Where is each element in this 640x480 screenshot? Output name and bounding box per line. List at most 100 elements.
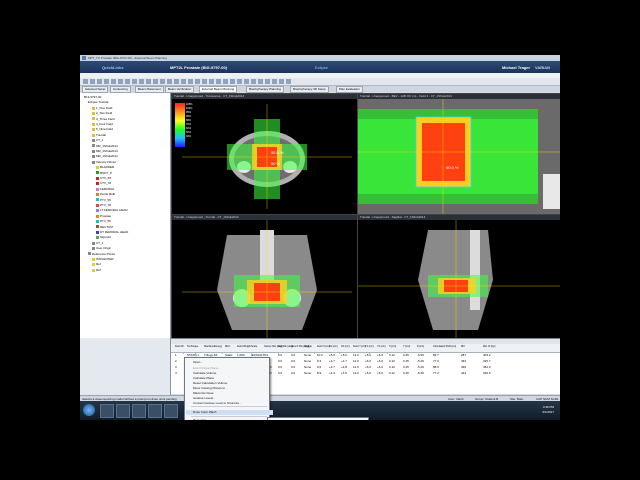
viewport-sagittal[interactable]: Tutorial - Unapproved - Sagittal - CT_1S… <box>357 214 560 340</box>
viewport-transverse[interactable]: Tutorial - Unapproved - Transverse - CT_… <box>171 93 358 215</box>
toolbar-button[interactable] <box>265 79 270 84</box>
tree-item[interactable]: CT_1 <box>92 241 103 245</box>
grid-column-header[interactable]: Field Weight <box>237 345 251 348</box>
tree-item[interactable]: MR_1Sfrok2014 <box>92 154 118 158</box>
toolbar-button[interactable] <box>132 79 137 84</box>
tree-item[interactable]: Ref <box>92 268 101 272</box>
toolbar-button[interactable] <box>223 79 228 84</box>
tab-beam-verification[interactable]: Beam Verification <box>165 86 195 93</box>
toolbar-button[interactable] <box>188 79 193 84</box>
toolbar-button[interactable] <box>202 79 207 84</box>
toolbar-button[interactable] <box>125 79 130 84</box>
toolbar-button[interactable] <box>118 79 123 84</box>
toolbar-button[interactable] <box>237 79 242 84</box>
submenu-item[interactable]: Show Dose as Color Wash <box>276 419 312 420</box>
tree-item[interactable]: B13-9797-00 <box>84 95 101 99</box>
tree-item[interactable]: BLADDER <box>96 165 114 169</box>
toolbar-button[interactable] <box>195 79 200 84</box>
user-name[interactable]: Michael Trager <box>502 65 530 70</box>
tree-item[interactable]: Ref <box>92 262 101 266</box>
grid-column-header[interactable]: X2 [cm] <box>341 345 349 348</box>
toolbar-button[interactable] <box>153 79 158 84</box>
toolbar-button[interactable] <box>90 79 95 84</box>
tree-item[interactable]: 2_Two Field <box>92 111 112 115</box>
toolbar-button[interactable] <box>104 79 109 84</box>
grid-column-header[interactable]: Field ID <box>175 345 184 348</box>
tree-item[interactable]: CT_1 <box>92 138 103 142</box>
system-clock[interactable]: 4:39 PM 9/1/2017 <box>542 405 554 415</box>
tree-item[interactable]: CTV_78 <box>96 181 111 185</box>
context-menu-item[interactable]: Open... <box>193 360 203 365</box>
tree-item[interactable]: RT FEMORAL HEAD <box>96 230 128 234</box>
grid-column-header[interactable]: MLC <box>225 345 230 348</box>
tree-item[interactable]: FEMORAL <box>96 187 115 191</box>
tree-item[interactable]: User Origin <box>92 246 111 250</box>
toolbar-button[interactable] <box>216 79 221 84</box>
tab-selected-setup[interactable]: Selected Setup <box>82 86 109 93</box>
grid-column-header[interactable]: MU <box>461 345 465 348</box>
toolbar-button[interactable] <box>272 79 277 84</box>
tree-item[interactable]: 1_One Field <box>92 106 112 110</box>
tree-item[interactable]: PTV_56 <box>96 219 111 223</box>
toolbar-button[interactable] <box>209 79 214 84</box>
tree-item[interactable]: PTV_78 <box>96 203 111 207</box>
grid-column-header[interactable]: Technique <box>187 345 198 348</box>
tree-item[interactable]: Eclipse Tutorial <box>88 100 108 104</box>
tab-beam-placement[interactable]: Beam Placement <box>135 86 164 93</box>
grid-column-header[interactable]: X [cm] <box>389 345 396 348</box>
tree-item[interactable]: 5_Nine Field <box>92 127 113 131</box>
toolbar-button[interactable] <box>174 79 179 84</box>
grid-column-header[interactable]: Wedge <box>304 345 312 348</box>
viewport-bev[interactable]: Tutorial - Unapproved - BEV - 1AB OK (m)… <box>357 93 560 215</box>
toolbar-button[interactable] <box>97 79 102 84</box>
tab-brachytherapy-planning[interactable]: Brachytherapy Planning <box>246 86 284 93</box>
taskbar-app-terminal-icon[interactable] <box>132 404 146 418</box>
context-menu-item[interactable]: Properties <box>193 418 207 420</box>
viewport-frontal[interactable]: Tutorial - Unapproved - Frontal - CT_1Sf… <box>171 214 358 340</box>
tree-item[interactable]: MR_1Sfrok2014 <box>92 149 118 153</box>
taskbar-app-explorer-icon[interactable] <box>100 404 114 418</box>
tree-item[interactable]: Sigmoid <box>96 235 111 239</box>
grid-column-header[interactable]: X1 [cm] <box>329 345 337 348</box>
toolbar-button[interactable] <box>160 79 165 84</box>
toolbar-button[interactable] <box>244 79 249 84</box>
tree-item[interactable]: Prostate <box>96 214 111 218</box>
grid-column-header[interactable]: Calculated SSD [cm] <box>433 345 456 348</box>
grid-column-header[interactable]: Y [cm] <box>403 345 410 348</box>
toolbar-button[interactable] <box>286 79 291 84</box>
tree-item[interactable]: Reference Points <box>88 252 115 256</box>
grid-column-header[interactable]: Machine/Energy <box>204 345 222 348</box>
toolbar-button[interactable] <box>279 79 284 84</box>
grid-column-header[interactable]: Y2 [cm] <box>377 345 385 348</box>
grid-column-header[interactable]: Z [cm] <box>417 345 424 348</box>
start-button[interactable] <box>83 404 95 416</box>
tree-item[interactable]: Velocity Fillmut <box>92 160 116 164</box>
tree-item[interactable]: RECTUM <box>96 225 113 229</box>
context-menu-item[interactable]: Dose Color Wash <box>186 410 273 415</box>
toolbar-button[interactable] <box>139 79 144 84</box>
toolbar-button[interactable] <box>230 79 235 84</box>
tree-item[interactable]: PTV_56 <box>96 198 111 202</box>
tree-item[interactable]: BODY_P <box>96 171 112 175</box>
tree-item[interactable]: 3_Three Field <box>92 117 115 121</box>
toolbar-button[interactable] <box>251 79 256 84</box>
tree-item[interactable]: LT FEMORAL HEAD <box>96 208 128 212</box>
grid-column-header[interactable]: Y1 [cm] <box>365 345 373 348</box>
tab-contouring[interactable]: Contouring <box>110 86 131 93</box>
tree-item[interactable]: 4_Four Field <box>92 122 113 126</box>
toolbar-button[interactable] <box>181 79 186 84</box>
tab-external-beam-planning[interactable]: External Beam Planning <box>199 86 238 93</box>
tree-item[interactable]: Penile Bulb <box>96 192 115 196</box>
grid-column-header[interactable]: Scale <box>251 345 257 348</box>
tree-item[interactable]: MR_1Sfrok2014 <box>92 144 118 148</box>
toolbar-button[interactable] <box>258 79 263 84</box>
tree-item[interactable]: CTV_56 <box>96 176 111 180</box>
grid-column-header[interactable]: Ref. D [Gy] <box>483 345 495 348</box>
toolbar-button[interactable] <box>111 79 116 84</box>
tab-brachytherapy-3d-setup[interactable]: Brachytherapy 3D Setup <box>290 86 329 93</box>
quicklinks-menu[interactable]: QuickLinks <box>102 65 124 70</box>
tab-plan-evaluation[interactable]: Plan Evaluation <box>336 86 363 93</box>
taskbar-app-eclipse-icon[interactable] <box>148 404 162 418</box>
tree-item[interactable]: ISOCENTER <box>92 257 114 261</box>
toolbar-button[interactable] <box>146 79 151 84</box>
